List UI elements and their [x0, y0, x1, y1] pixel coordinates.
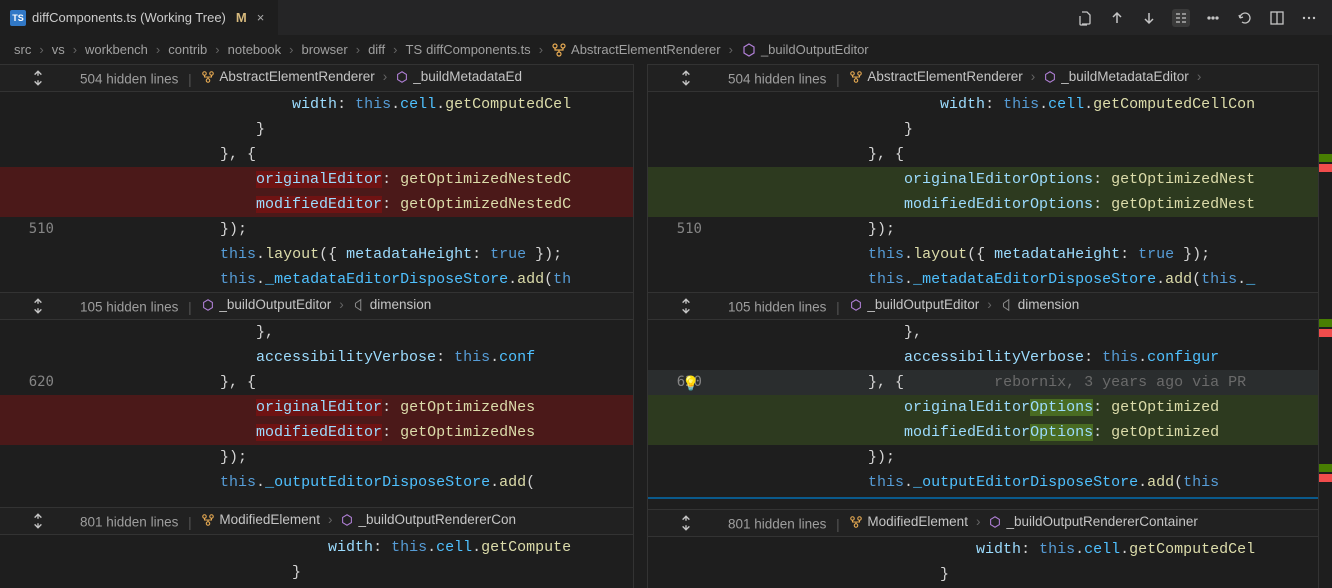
- go-to-file-icon[interactable]: [1076, 9, 1094, 27]
- unfold-icon[interactable]: [677, 69, 695, 87]
- crumb-browser[interactable]: browser: [301, 42, 347, 57]
- breadcrumb[interactable]: src› vs› workbench› contrib› notebook› b…: [0, 36, 1332, 64]
- code-line: 510 });: [0, 217, 647, 242]
- code-line: },: [0, 320, 647, 345]
- folded-region[interactable]: 105 hidden lines | _buildOutputEditor › …: [648, 292, 1332, 320]
- code-line: this.layout({ metadataHeight: true });: [0, 242, 647, 267]
- code-line: }, {: [648, 142, 1332, 167]
- code-line: });: [0, 445, 647, 470]
- right-overview-ruler[interactable]: [1318, 64, 1332, 588]
- code-line: },: [648, 320, 1332, 345]
- next-change-icon[interactable]: [1140, 9, 1158, 27]
- crumb-method[interactable]: _buildOutputEditor: [741, 42, 869, 58]
- code-line-added: originalEditorOptions: getOptimized: [648, 395, 1332, 420]
- code-line: }: [648, 562, 1332, 587]
- code-line: }: [648, 117, 1332, 142]
- editor-toolbar: [1062, 0, 1332, 35]
- crumb-contrib[interactable]: contrib: [168, 42, 207, 57]
- toggle-whitespace-icon[interactable]: [1204, 9, 1222, 27]
- code-line-added: originalEditorOptions: getOptimizedNest: [648, 167, 1332, 192]
- code-line-added: modifiedEditorOptions: getOptimizedNest: [648, 192, 1332, 217]
- code-line-removed: modifiedEditor: getOptimizedNestedC: [0, 192, 647, 217]
- unfold-icon[interactable]: [29, 297, 47, 315]
- code-line: 510 });: [648, 217, 1332, 242]
- modified-pane[interactable]: 504 hidden lines | AbstractElementRender…: [648, 64, 1332, 588]
- active-tab[interactable]: TS diffComponents.ts (Working Tree) M ×: [0, 0, 279, 35]
- code-line: width: this.cell.getComputedCel: [648, 537, 1332, 562]
- code-line: }: [0, 560, 647, 585]
- unfold-icon[interactable]: [677, 297, 695, 315]
- crumb-notebook[interactable]: notebook: [228, 42, 282, 57]
- code-line: this._metadataEditorDisposeStore.add(th: [0, 267, 647, 292]
- code-line: this.layout({ metadataHeight: true });: [648, 242, 1332, 267]
- prev-change-icon[interactable]: [1108, 9, 1126, 27]
- hidden-lines-count: 801 hidden lines: [80, 515, 178, 530]
- editor-tab-bar: TS diffComponents.ts (Working Tree) M ×: [0, 0, 1332, 36]
- code-line: this._metadataEditorDisposeStore.add(thi…: [648, 267, 1332, 292]
- folded-region[interactable]: 801 hidden lines | ModifiedElement › _bu…: [648, 509, 1332, 537]
- hidden-lines-count: 105 hidden lines: [80, 300, 178, 315]
- more-actions-icon[interactable]: [1300, 9, 1318, 27]
- typescript-file-icon: TS: [10, 10, 26, 26]
- modified-badge: M: [236, 10, 247, 25]
- code-line-removed: originalEditor: getOptimizedNes: [0, 395, 647, 420]
- unfold-icon[interactable]: [677, 514, 695, 532]
- crumb-src[interactable]: src: [14, 42, 31, 57]
- code-line: accessibilityVerbose: this.configur: [648, 345, 1332, 370]
- code-line: }, {: [0, 142, 647, 167]
- crumb-class[interactable]: AbstractElementRenderer: [551, 42, 721, 58]
- hidden-lines-count: 801 hidden lines: [728, 517, 826, 532]
- hidden-lines-count: 504 hidden lines: [728, 72, 826, 87]
- code-line: width: this.cell.getComputedCel: [0, 92, 647, 117]
- close-tab-icon[interactable]: ×: [253, 10, 269, 25]
- tab-filename: diffComponents.ts (Working Tree): [32, 10, 226, 25]
- code-line: });: [648, 445, 1332, 470]
- code-line: accessibilityVerbose: this.conf: [0, 345, 647, 370]
- unfold-icon[interactable]: [29, 512, 47, 530]
- diff-editor: 504 hidden lines | AbstractElementRender…: [0, 64, 1332, 588]
- git-blame-annotation: rebornix, 3 years ago via PR: [994, 374, 1255, 391]
- code-line: }: [0, 117, 647, 142]
- code-line: this._outputEditorDisposeStore.add(: [0, 470, 647, 495]
- hidden-lines-count: 105 hidden lines: [728, 300, 826, 315]
- hidden-lines-count: 504 hidden lines: [80, 72, 178, 87]
- revert-icon[interactable]: [1236, 9, 1254, 27]
- split-editor-icon[interactable]: [1268, 9, 1286, 27]
- folded-region[interactable]: 504 hidden lines | AbstractElementRender…: [648, 64, 1332, 92]
- code-line: width: this.cell.getCompute: [0, 535, 647, 560]
- folded-region[interactable]: 105 hidden lines | _buildOutputEditor › …: [0, 292, 647, 320]
- folded-region[interactable]: 801 hidden lines | ModifiedElement › _bu…: [0, 507, 647, 535]
- unfold-icon[interactable]: [29, 69, 47, 87]
- crumb-vs[interactable]: vs: [52, 42, 65, 57]
- code-line: this._outputEditorDisposeStore.add(this: [648, 470, 1332, 495]
- crumb-file[interactable]: TS diffComponents.ts: [406, 42, 531, 57]
- diff-view-icon[interactable]: [1172, 9, 1190, 27]
- code-line-removed: modifiedEditor: getOptimizedNes: [0, 420, 647, 445]
- code-line-added: modifiedEditorOptions: getOptimized: [648, 420, 1332, 445]
- left-overview-ruler[interactable]: [633, 64, 647, 588]
- code-line: 620 }, {: [0, 370, 647, 395]
- code-line: width: this.cell.getComputedCellCon: [648, 92, 1332, 117]
- code-line-removed: originalEditor: getOptimizedNestedC: [0, 167, 647, 192]
- typescript-file-icon: TS: [406, 42, 423, 57]
- folded-region[interactable]: 504 hidden lines | AbstractElementRender…: [0, 64, 647, 92]
- original-pane[interactable]: 504 hidden lines | AbstractElementRender…: [0, 64, 648, 588]
- code-line: 620 }, { rebornix, 3 years ago via PR: [648, 370, 1332, 395]
- crumb-workbench[interactable]: workbench: [85, 42, 148, 57]
- crumb-diff[interactable]: diff: [368, 42, 385, 57]
